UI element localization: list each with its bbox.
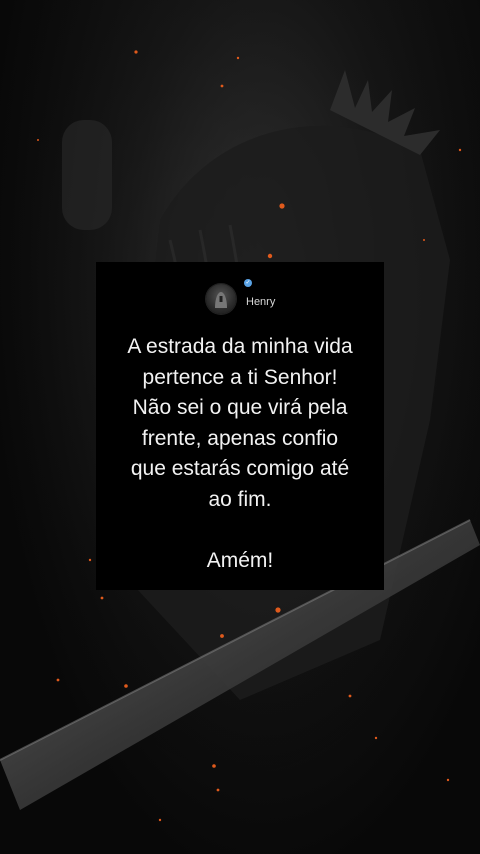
ember [212, 764, 216, 768]
closing-line: Amém! [206, 548, 274, 572]
background-scene: Henry ✓ A estrada da minha vida pertence… [0, 0, 480, 854]
message-line: frente, apenas confio [141, 426, 339, 450]
ember [458, 148, 462, 152]
ember [56, 678, 60, 682]
ember [124, 684, 128, 688]
message-line: pertence a ti Senhor! [142, 365, 338, 389]
ember [220, 84, 224, 88]
ember [220, 634, 224, 638]
post-author[interactable]: Henry [206, 284, 275, 314]
ember [374, 736, 378, 740]
ember [158, 818, 162, 822]
message-line: A estrada da minha vida [127, 335, 353, 358]
message-line: que estarás comigo até [130, 457, 350, 480]
ember [216, 788, 220, 792]
ember [267, 253, 273, 259]
post-message: A estrada da minha vida pertence a ti Se… [96, 332, 384, 576]
verified-badge-icon: ✓ [244, 279, 252, 287]
message-line: Não sei o que virá pela [132, 396, 348, 419]
message-line: ao fim. [208, 487, 272, 511]
ember [275, 607, 281, 613]
ember [88, 558, 92, 562]
ember [446, 778, 450, 782]
post-card: Henry ✓ A estrada da minha vida pertence… [96, 262, 384, 590]
ember [37, 139, 39, 141]
ember [348, 694, 352, 698]
ember [279, 203, 285, 209]
ember [100, 596, 104, 600]
avatar-knight-icon[interactable] [206, 284, 236, 314]
author-name[interactable]: Henry [246, 296, 275, 308]
ember [236, 56, 240, 60]
ember [423, 239, 425, 241]
ember [134, 50, 138, 54]
